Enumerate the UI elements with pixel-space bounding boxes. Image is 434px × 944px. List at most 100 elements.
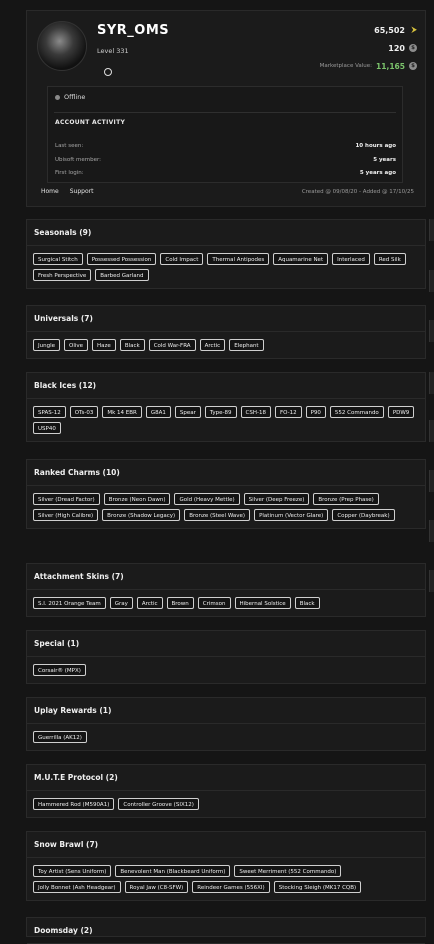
support-link[interactable]: Support <box>70 188 94 195</box>
section-attachment-skins: Attachment Skins (7) S.I. 2021 Orange Te… <box>26 563 426 617</box>
marketplace-value: 11,165 <box>376 61 405 71</box>
item-chip[interactable]: Bronze (Steel Wave) <box>184 509 251 521</box>
item-chip[interactable]: Royal Jaw (C8-SFW) <box>124 881 189 893</box>
marketplace-coin-icon: $ <box>409 62 417 70</box>
item-list: S.I. 2021 Orange Team Gray Arctic Brown Crim… <box>27 590 425 616</box>
activity-row: Ubisoft member: 5 years <box>55 155 396 165</box>
section-title: Snow Brawl (7) <box>27 832 425 858</box>
item-chip[interactable]: Controller Groove (SIX12) <box>118 798 199 810</box>
item-chip[interactable]: Silver (High Calibre) <box>33 509 99 521</box>
item-chip[interactable]: Copper (Daybreak) <box>332 509 395 521</box>
section-uplay-rewards: Uplay Rewards (1) Guerrilla (AK12) <box>26 697 426 751</box>
item-chip[interactable]: Mk 14 EBR <box>102 406 142 418</box>
item-chip[interactable]: Spear <box>174 406 201 418</box>
item-list: Corsair® (MPX) <box>27 657 425 683</box>
item-chip[interactable]: Toy Artist (Sens Uniform) <box>33 865 112 877</box>
item-chip[interactable]: Surgical Stitch <box>33 253 83 265</box>
home-link[interactable]: Home <box>41 188 59 195</box>
ubisoft-icon[interactable] <box>104 68 112 76</box>
item-chip[interactable]: Jungle <box>33 339 60 351</box>
item-chip[interactable]: Elephant <box>229 339 264 351</box>
activity-value: 10 hours ago <box>355 143 396 149</box>
item-chip[interactable]: OTs-03 <box>69 406 99 418</box>
username: SYR_OMS <box>97 23 170 38</box>
item-chip[interactable]: Hammered Rod (M590A1) <box>33 798 115 810</box>
divider <box>54 112 396 113</box>
side-card-edge <box>429 219 434 241</box>
item-chip[interactable]: Platinum (Vector Glare) <box>254 509 329 521</box>
item-chip[interactable]: Bronze (Shadow Legacy) <box>102 509 181 521</box>
marketplace-label: Marketplace Value: <box>319 63 373 69</box>
section-title: Universals (7) <box>27 306 425 332</box>
item-chip[interactable]: Arctic <box>136 597 163 609</box>
item-chip[interactable]: Black <box>294 597 320 609</box>
side-card-edge <box>429 520 434 542</box>
created-added-dates: Created @ 09/08/20 - Added @ 17/10/25 <box>301 189 414 195</box>
section-title: Ranked Charms (10) <box>27 460 425 486</box>
item-chip[interactable]: Cold War-FRA <box>148 339 196 351</box>
item-chip[interactable]: Brown <box>166 597 194 609</box>
section-doomsday: Doomsday (2) <box>26 917 426 944</box>
item-chip[interactable]: Reindeer Games (556XI) <box>192 881 270 893</box>
renown-value: 65,502 <box>374 25 405 35</box>
item-chip[interactable]: FO-12 <box>274 406 302 418</box>
credits-value: 120 <box>388 43 405 53</box>
item-chip[interactable]: P90 <box>305 406 326 418</box>
item-chip[interactable]: Silver (Deep Freeze) <box>243 493 310 505</box>
side-card-edge <box>429 372 434 394</box>
section-universals: Universals (7) Jungle Olive Haze Black Cold … <box>26 305 426 359</box>
section-mute-protocol: M.U.T.E Protocol (2) Hammered Rod (M590A… <box>26 764 426 818</box>
online-status: Offline <box>64 93 86 101</box>
item-chip[interactable]: Aquamarine Net <box>273 253 329 265</box>
item-chip[interactable]: SPAS-12 <box>33 406 66 418</box>
item-chip[interactable]: Fresh Perspective <box>33 269 92 281</box>
item-chip[interactable]: Black <box>119 339 145 351</box>
section-black-ices: Black Ices (12) SPAS-12 OTs-03 Mk 14 EBR G8… <box>26 372 426 442</box>
section-title: Doomsday (2) <box>27 918 425 944</box>
item-chip[interactable]: 552 Commando <box>329 406 384 418</box>
section-title: Attachment Skins (7) <box>27 564 425 590</box>
item-chip[interactable]: CSH-18 <box>240 406 271 418</box>
credits-coin-icon: $ <box>409 44 417 52</box>
item-chip[interactable]: S.I. 2021 Orange Team <box>33 597 106 609</box>
item-chip[interactable]: PDW9 <box>387 406 415 418</box>
activity-value: 5 years ago <box>359 170 396 176</box>
side-card-edge <box>429 470 434 492</box>
item-chip[interactable]: Olive <box>64 339 89 351</box>
item-chip[interactable]: G8A1 <box>145 406 171 418</box>
section-title: Special (1) <box>27 631 425 657</box>
item-chip[interactable]: Benevolent Man (Blackbeard Uniform) <box>115 865 231 877</box>
item-chip[interactable]: Jolly Bonnet (Ash Headgear) <box>33 881 121 893</box>
item-chip[interactable]: USP40 <box>33 422 61 434</box>
section-title: Uplay Rewards (1) <box>27 698 425 724</box>
item-chip[interactable]: Barbed Garland <box>95 269 149 281</box>
item-chip[interactable]: Cold Impact <box>160 253 204 265</box>
item-chip[interactable]: Gray <box>109 597 133 609</box>
item-chip[interactable]: Arctic <box>199 339 226 351</box>
section-special: Special (1) Corsair® (MPX) <box>26 630 426 684</box>
item-list: Jungle Olive Haze Black Cold War-FRA Arctic El… <box>27 332 425 358</box>
item-chip[interactable]: Sweet Merriment (552 Commando) <box>234 865 342 877</box>
side-card-edge <box>429 570 434 592</box>
item-chip[interactable]: Silver (Dread Factor) <box>33 493 100 505</box>
item-chip[interactable]: Type-89 <box>204 406 237 418</box>
currency-stats: 65,502 ⮞ 120 $ Marketplace Value: 11,165… <box>320 21 417 75</box>
item-list: Silver (Dread Factor) Bronze (Neon Dawn) G… <box>27 486 425 528</box>
item-chip[interactable]: Crimson <box>197 597 231 609</box>
item-chip[interactable]: Guerrilla (AK12) <box>33 731 87 743</box>
item-chip[interactable]: Thermal Antipodes <box>207 253 270 265</box>
item-chip[interactable]: Bronze (Neon Dawn) <box>103 493 171 505</box>
item-chip[interactable]: Possessed Possession <box>86 253 157 265</box>
item-chip[interactable]: Interlaced <box>332 253 370 265</box>
section-title: Seasonals (9) <box>27 220 425 246</box>
item-chip[interactable]: Haze <box>92 339 116 351</box>
status-dot-icon <box>55 95 60 100</box>
item-chip[interactable]: Red Silk <box>373 253 406 265</box>
item-chip[interactable]: Gold (Heavy Mettle) <box>174 493 240 505</box>
item-chip[interactable]: Stocking Sleigh (MK17 CQB) <box>273 881 362 893</box>
section-title: M.U.T.E Protocol (2) <box>27 765 425 791</box>
item-chip[interactable]: Hibernal Solstice <box>234 597 291 609</box>
activity-row: First login: 5 years ago <box>55 168 396 178</box>
item-chip[interactable]: Bronze (Prep Phase) <box>313 493 379 505</box>
item-chip[interactable]: Corsair® (MPX) <box>33 664 86 676</box>
